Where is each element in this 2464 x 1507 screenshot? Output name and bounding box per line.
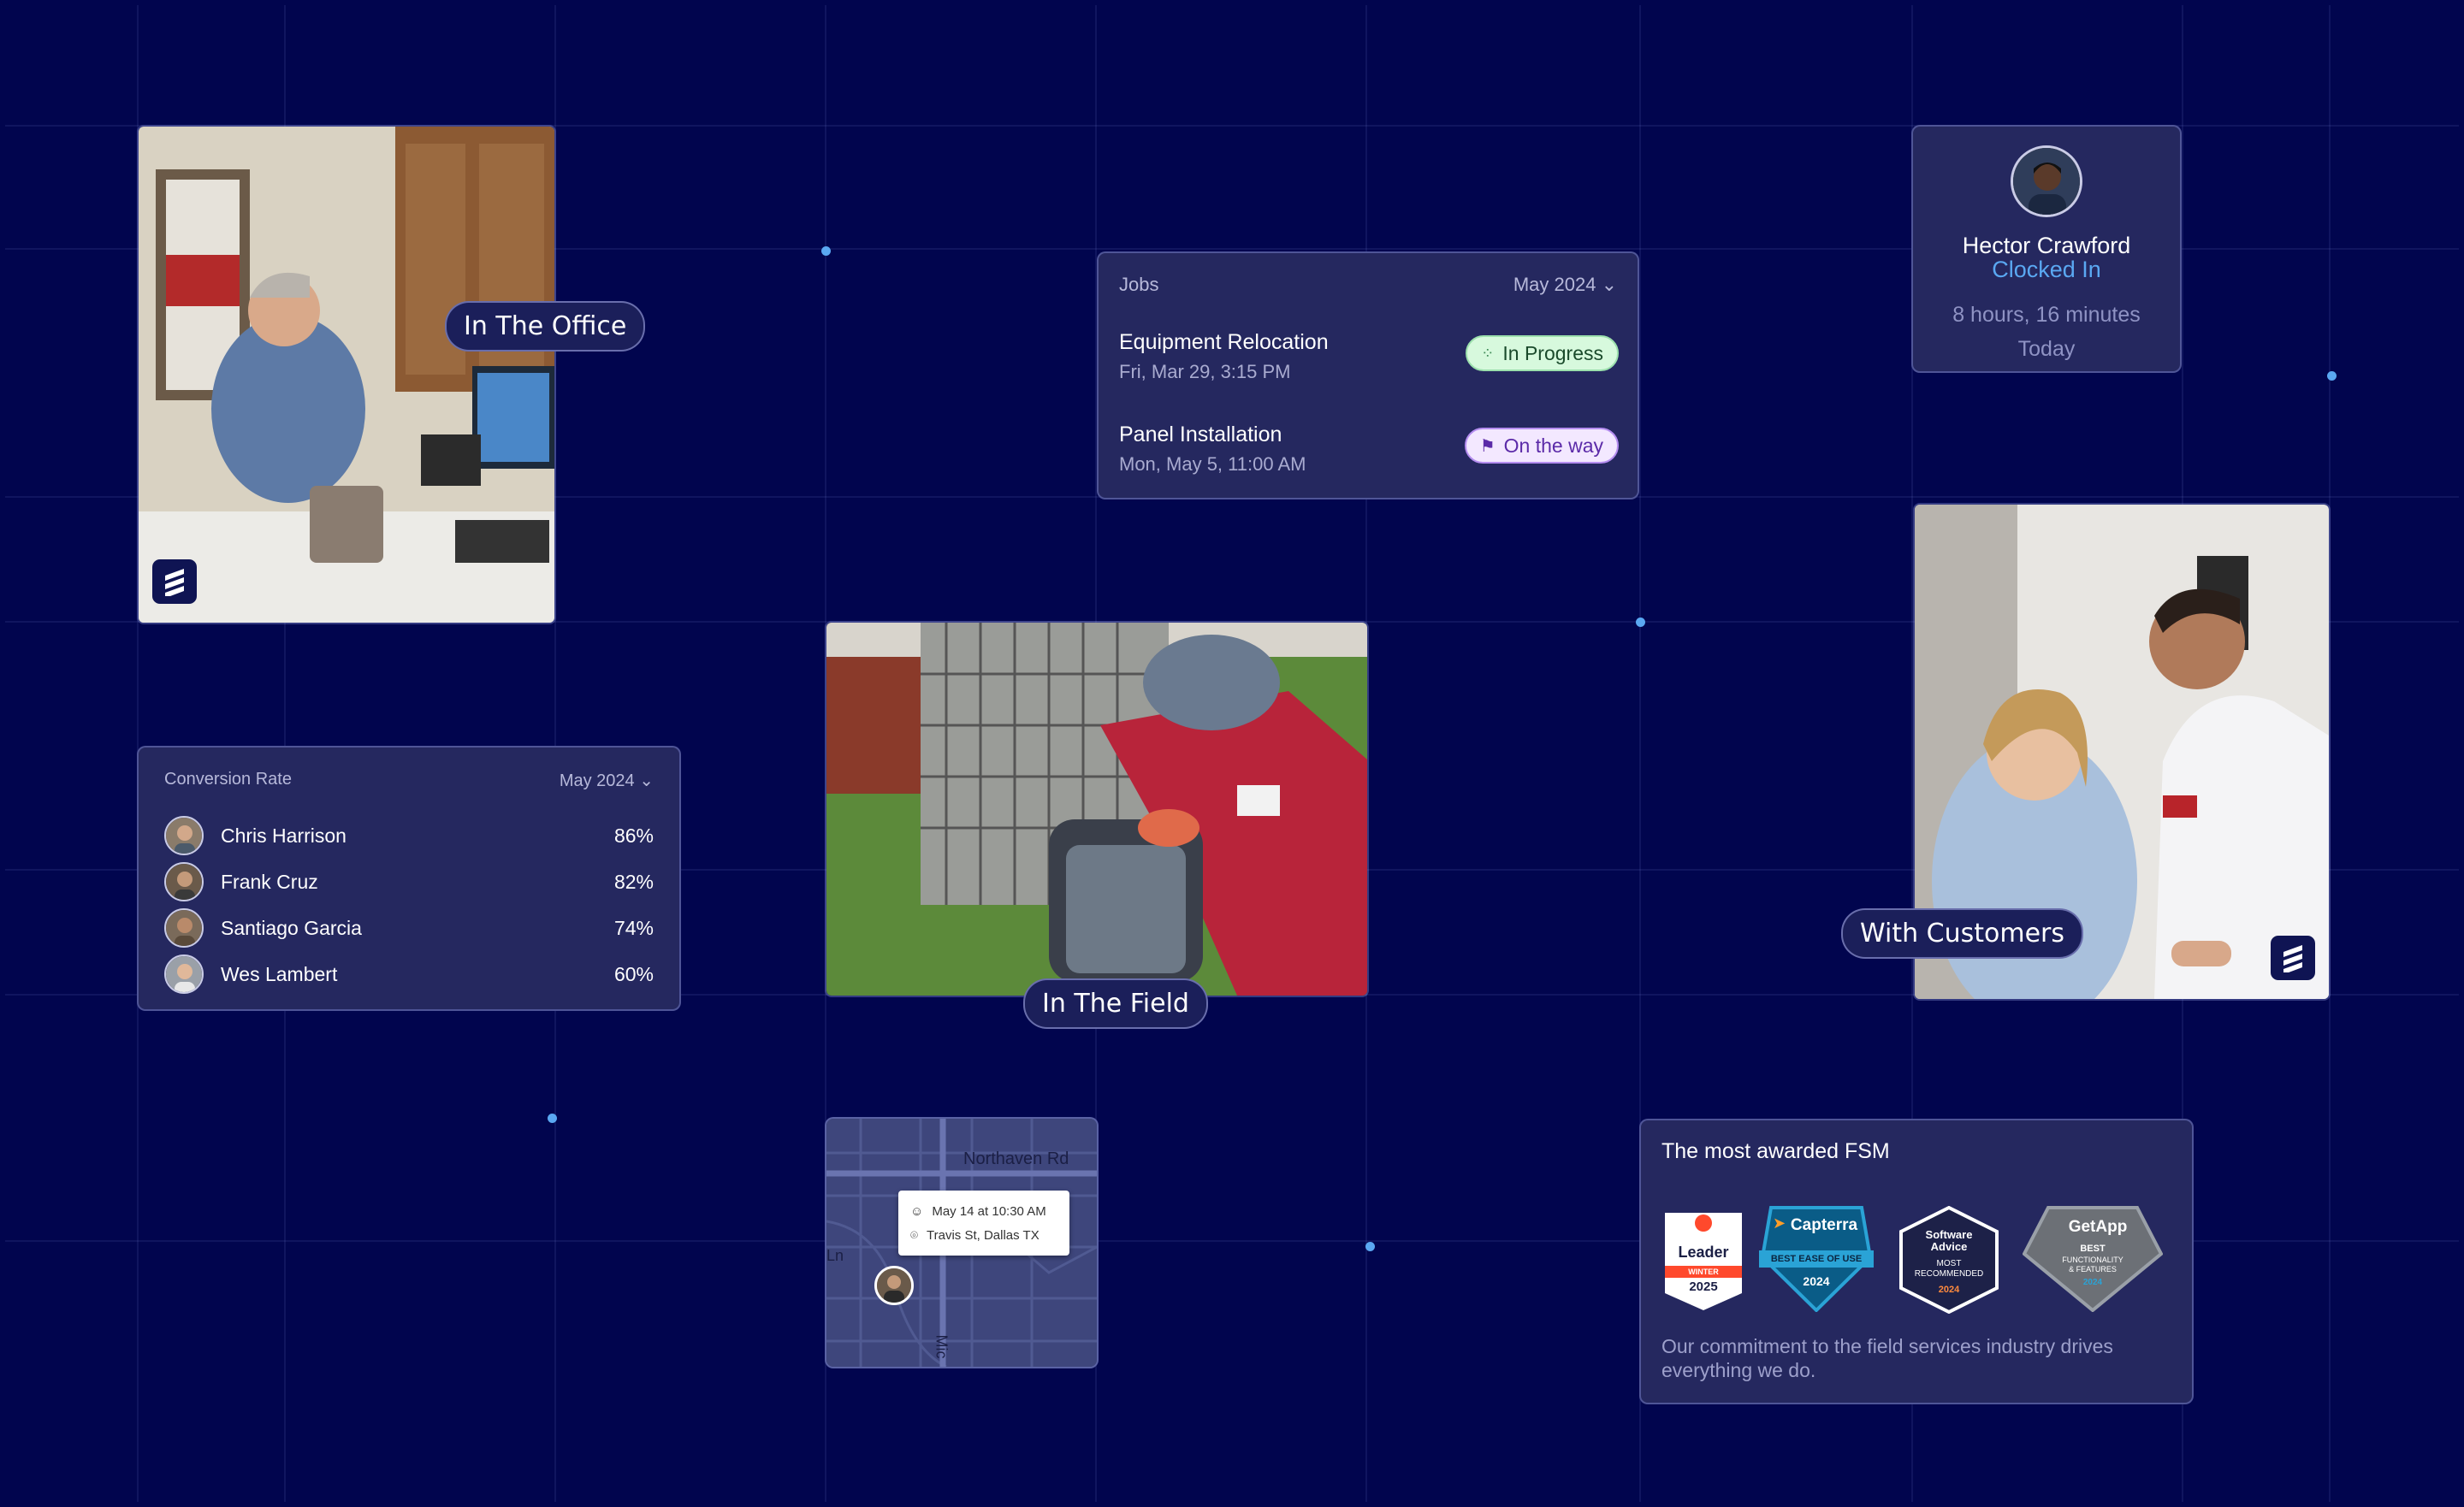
badge-text: MOST	[1936, 1259, 1962, 1268]
rep-name: Frank Cruz	[221, 870, 318, 893]
badge-text: RECOMMENDED	[1914, 1269, 1984, 1279]
status-label: In Progress	[1502, 341, 1603, 364]
job-time: Fri, Mar 29, 3:15 PM	[1119, 361, 1291, 382]
app-logo-icon	[2271, 936, 2315, 980]
conversion-header: Conversion Rate May 2024 ⌄	[164, 770, 654, 791]
street-label: Northaven Rd	[963, 1149, 1069, 1168]
period-label: May 2024	[1513, 274, 1596, 295]
field-label: In The Field	[1023, 978, 1208, 1029]
list-item: Chris Harrison 86%	[164, 814, 654, 857]
period-label: May 2024	[559, 771, 635, 790]
software-advice-badge: Software Advice MOST RECOMMENDED 2024	[1898, 1205, 2000, 1315]
badge-text: Software	[1925, 1228, 1973, 1241]
capterra-badge: ➤ Capterra BEST EASE OF USE 2024	[1759, 1206, 1874, 1313]
street-label-bottom: Mic	[933, 1334, 951, 1359]
status-badge-on-the-way: ⚑ On the way	[1464, 428, 1619, 464]
rep-name: Wes Lambert	[221, 962, 338, 985]
map-popup: ☺ May 14 at 10:30 AM ⌾ Travis St, Dallas T…	[898, 1191, 1069, 1256]
chevron-down-icon: ⌄	[1601, 274, 1617, 295]
badge-text: BEST	[2080, 1244, 2106, 1254]
awards-description: Our commitment to the field services ind…	[1661, 1335, 2113, 1381]
map-icon: ⚑	[1479, 436, 1496, 456]
office-label: In The Office	[445, 301, 646, 352]
avatar	[164, 908, 204, 948]
customers-label: With Customers	[1841, 908, 2084, 959]
popup-address: Travis St, Dallas TX	[927, 1227, 1040, 1243]
badge-text: & FEATURES	[2069, 1265, 2117, 1274]
avatar	[164, 862, 204, 901]
popup-time: May 14 at 10:30 AM	[932, 1203, 1046, 1219]
clock-day: Today	[2017, 337, 2076, 361]
field-photo	[825, 621, 1369, 997]
period-dropdown[interactable]: May 2024 ⌄	[560, 770, 654, 791]
badge-text: 2024	[1938, 1285, 1960, 1295]
conversion-title: Conversion Rate	[164, 770, 292, 789]
jobs-card: Jobs May 2024 ⌄ Equipment Relocation Fri…	[1097, 251, 1639, 499]
jobs-header: Jobs May 2024 ⌄	[1119, 274, 1617, 296]
rep-name: Santiago Garcia	[221, 916, 362, 939]
employee-name: Hector Crawford	[1962, 233, 2131, 258]
job-title[interactable]: Equipment Relocation	[1119, 330, 1329, 355]
chevron-down-icon: ⌄	[639, 771, 654, 790]
job-title[interactable]: Panel Installation	[1119, 423, 1282, 447]
clock-status: Clocked In	[1992, 257, 2101, 282]
grid-node-dot	[548, 1114, 557, 1123]
status-label: On the way	[1503, 434, 1603, 457]
location-pin-icon: ⌾	[910, 1227, 919, 1243]
rep-rate: 74%	[613, 916, 654, 939]
grid-node-dot	[1365, 1242, 1375, 1251]
avatar	[164, 816, 204, 855]
awards-title: The most awarded FSM	[1661, 1139, 1890, 1163]
grid-node-dot	[821, 246, 831, 256]
job-time: Mon, May 5, 11:00 AM	[1119, 453, 1306, 475]
list-item: Wes Lambert 60%	[164, 953, 654, 996]
getapp-badge: GetApp BEST FUNCTIONALITY & FEATURES 202…	[2022, 1206, 2164, 1313]
badge-text: BEST EASE OF USE	[1770, 1254, 1863, 1264]
badge-text: 2024	[2082, 1278, 2103, 1287]
list-item: Santiago Garcia 74%	[164, 907, 654, 949]
rep-rate: 82%	[613, 870, 654, 893]
street-label-left: Ln	[826, 1247, 844, 1264]
period-dropdown[interactable]: May 2024 ⌄	[1513, 274, 1617, 296]
badge-text: 2024	[1803, 1274, 1830, 1288]
badge-text: Capterra	[1790, 1216, 1858, 1234]
map-card[interactable]: Northaven Rd Ln Mic ☺ May 14 at 10:30 AM …	[825, 1117, 1099, 1368]
badge-text: FUNCTIONALITY	[2062, 1256, 2123, 1264]
avatar	[164, 954, 204, 994]
badge-text: WINTER	[1688, 1268, 1719, 1276]
rep-name: Chris Harrison	[221, 824, 346, 847]
person-icon: ☺	[910, 1203, 924, 1219]
clock-duration: 8 hours, 16 minutes	[1952, 303, 2141, 327]
awards-card: The most awarded FSM Leader WINTER 2025 …	[1639, 1119, 2194, 1404]
clock-in-card: Hector Crawford Clocked In 8 hours, 16 m…	[1911, 125, 2182, 373]
technician-avatar-marker[interactable]	[874, 1266, 914, 1305]
g2-badge: Leader WINTER 2025	[1663, 1211, 1744, 1312]
list-item: Frank Cruz 82%	[164, 860, 654, 903]
rep-rate: 86%	[613, 824, 654, 847]
badge-text: Leader	[1678, 1244, 1729, 1261]
conversion-rate-card: Conversion Rate May 2024 ⌄ Chris Harriso…	[137, 746, 681, 1011]
jobs-title: Jobs	[1119, 274, 1159, 295]
app-logo-icon	[152, 559, 197, 604]
office-photo	[137, 125, 556, 624]
badge-text: 2025	[1689, 1279, 1718, 1294]
grid-node-dot	[1636, 618, 1645, 627]
canvas: In The Office Jobs May 2024 ⌄ Equipment …	[5, 5, 2459, 1502]
avatar	[2011, 145, 2082, 217]
badge-text: Advice	[1930, 1240, 1968, 1253]
rep-rate: 60%	[613, 962, 654, 985]
spinner-icon: ⁘	[1481, 344, 1495, 362]
grid-node-dot	[2327, 371, 2337, 381]
status-badge-in-progress: ⁘ In Progress	[1466, 335, 1619, 371]
badge-text: GetApp	[2068, 1218, 2128, 1236]
